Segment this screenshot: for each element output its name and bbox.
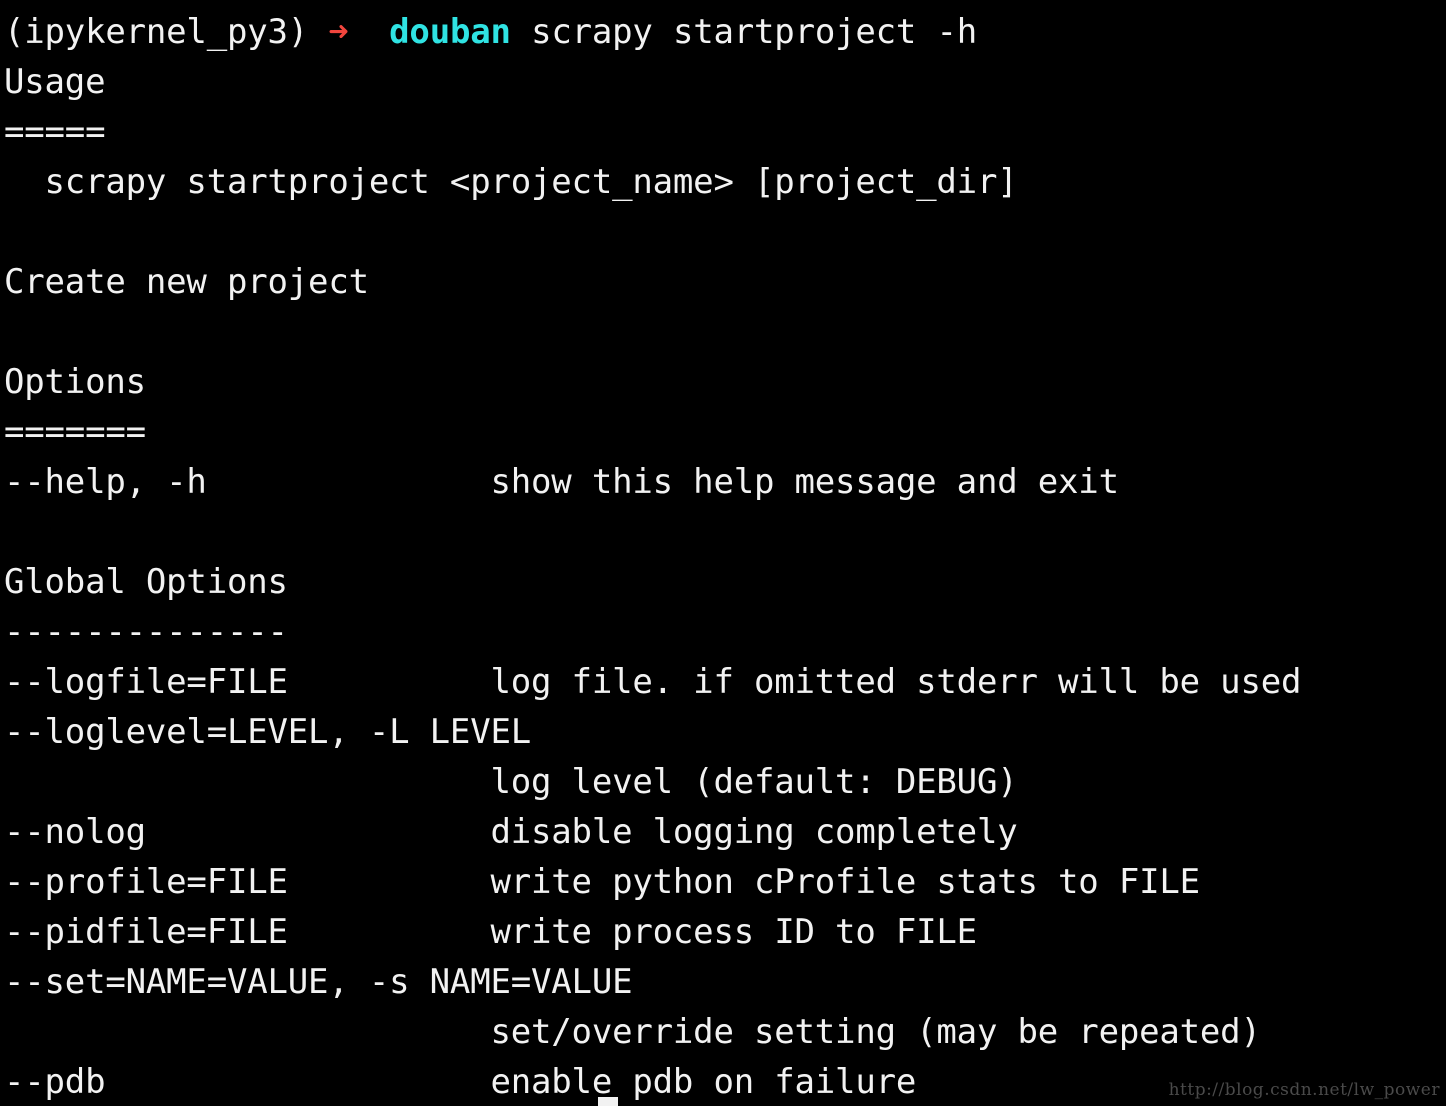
option-row-profile: --profile=FILE write python cProfile sta… xyxy=(4,862,1200,902)
terminal-line-scrollback xyxy=(4,0,1446,7)
terminal-window[interactable]: (ipykernel_py3) ➜ douban scrapy startpro… xyxy=(0,0,1446,1106)
option-row-set-desc: set/override setting (may be repeated) xyxy=(4,1012,1261,1052)
option-row-nolog: --nolog disable logging completely xyxy=(4,812,1018,852)
options-rule: ======= xyxy=(4,412,146,452)
usage-rule: ===== xyxy=(4,112,106,152)
option-row-pidfile: --pidfile=FILE write process ID to FILE xyxy=(4,912,977,952)
terminal-screen: (ipykernel_py3) ➜ douban scrapy startpro… xyxy=(4,0,1446,1106)
command-description: Create new project xyxy=(4,262,369,302)
global-options-rule: -------------- xyxy=(4,612,288,652)
usage-syntax-line: scrapy startproject <project_name> [proj… xyxy=(4,162,1018,202)
global-options-heading: Global Options xyxy=(4,562,288,602)
prompt-env: (ipykernel_py3) xyxy=(4,12,309,52)
watermark-url: http://blog.csdn.net/lw_power xyxy=(1168,1080,1440,1100)
prompt-space-1 xyxy=(308,12,328,52)
text-cursor xyxy=(598,1097,618,1106)
usage-heading: Usage xyxy=(4,62,106,102)
option-row-set: --set=NAME=VALUE, -s NAME=VALUE xyxy=(4,962,633,1002)
prompt-arrow-icon: ➜ xyxy=(328,12,349,52)
prompt-line: (ipykernel_py3) ➜ douban scrapy startpro… xyxy=(4,7,1446,57)
prompt-space-3 xyxy=(511,12,531,52)
options-heading: Options xyxy=(4,362,146,402)
option-row-loglevel: --loglevel=LEVEL, -L LEVEL xyxy=(4,712,532,752)
prompt-command: scrapy startproject -h xyxy=(531,12,977,52)
option-row-help: --help, -h show this help message and ex… xyxy=(4,462,1119,502)
option-row-loglevel-desc: log level (default: DEBUG) xyxy=(4,762,1018,802)
prompt-cwd: douban xyxy=(389,12,511,52)
option-row-logfile: --logfile=FILE log file. if omitted stde… xyxy=(4,662,1302,702)
prompt-space-2 xyxy=(349,12,390,52)
